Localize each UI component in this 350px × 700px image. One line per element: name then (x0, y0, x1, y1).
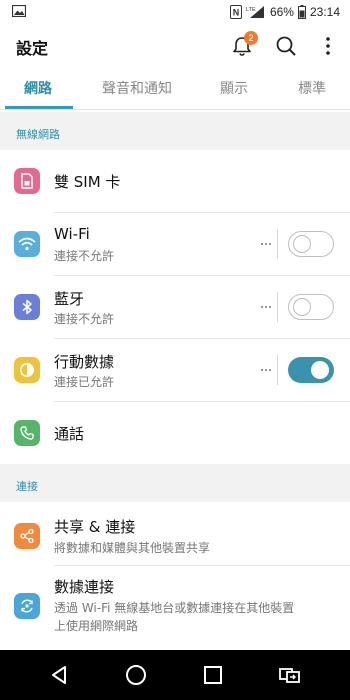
list-item-dual-sim[interactable]: 雙 SIM 卡 (0, 150, 350, 213)
section-title: 無線網路 (16, 128, 60, 141)
home-icon[interactable] (124, 663, 148, 687)
tethering-icon (14, 593, 40, 619)
vertical-separator (277, 355, 278, 385)
recents-icon[interactable] (201, 663, 225, 687)
dual-window-icon[interactable] (278, 663, 302, 687)
item-title: 數據連接 (54, 578, 115, 596)
list-item-bluetooth[interactable]: 藍牙 連接不允許 (0, 276, 350, 339)
app-bar: 設定 2 (0, 24, 350, 68)
clock-time: 23:14 (309, 5, 340, 19)
list-item-calls[interactable]: 通話 (0, 402, 350, 464)
section-header-wireless: 無線網路 (0, 112, 350, 150)
item-subtitle: 連接不允許 (54, 249, 115, 263)
svg-text:N: N (233, 8, 240, 18)
item-subtitle: 將數據和媒體與其他裝置共享 (54, 541, 211, 555)
nfc-icon: N (229, 5, 242, 19)
more-vert-icon (326, 37, 330, 55)
list-item-share-connect[interactable]: 共享 & 連接 將數據和媒體與其他裝置共享 (0, 502, 350, 566)
tab-network[interactable]: 網路 (24, 78, 52, 98)
gallery-notification-icon (12, 5, 26, 17)
item-subtitle-line2: 上使用網際網路 (54, 619, 139, 633)
mobile-data-icon (14, 357, 40, 383)
status-icons: N LTE 66% 23:14 (229, 3, 340, 21)
status-bar: N LTE 66% 23:14 (0, 0, 350, 24)
bluetooth-toggle[interactable] (288, 294, 334, 320)
notifications-button[interactable]: 2 (226, 30, 258, 62)
bluetooth-icon (14, 294, 40, 320)
battery-percent: 66% (269, 5, 294, 19)
toggle-knob (311, 361, 329, 379)
item-subtitle: 連接不允許 (54, 312, 115, 326)
search-button[interactable] (270, 30, 302, 62)
item-title: 藍牙 (54, 290, 85, 308)
mobile-data-toggle[interactable] (288, 357, 334, 383)
tab-sound-notification[interactable]: 聲音和通知 (102, 78, 172, 98)
list-item-wifi[interactable]: Wi-Fi 連接不允許 (0, 213, 350, 276)
list-item-tethering[interactable]: 數據連接 透過 Wi-Fi 無線基地台或數據連接在其他裝置 上使用網際網路 (0, 566, 350, 650)
item-title: 雙 SIM 卡 (54, 173, 121, 191)
share-icon (14, 523, 40, 549)
lte-signal-icon: LTE (246, 6, 264, 18)
vertical-separator (277, 229, 278, 259)
list-item-mobile-data[interactable]: 行動數據 連接已允許 (0, 339, 350, 402)
section-title: 連接 (16, 480, 38, 493)
overflow-menu-button[interactable] (312, 30, 344, 62)
more-horiz-icon[interactable] (258, 299, 274, 315)
search-icon (276, 36, 296, 56)
wifi-icon (14, 231, 40, 257)
tab-bar: 網路 聲音和通知 顯示 標準 (0, 70, 350, 110)
sim-card-icon (14, 168, 40, 194)
item-subtitle: 連接已允許 (54, 375, 115, 389)
item-subtitle: 透過 Wi-Fi 無線基地台或數據連接在其他裝置 (54, 601, 295, 615)
tab-general[interactable]: 標準 (298, 78, 326, 98)
vertical-separator (277, 292, 278, 322)
item-title: 通話 (54, 425, 85, 443)
notification-badge: 2 (244, 31, 258, 45)
more-horiz-icon[interactable] (258, 236, 274, 252)
back-icon[interactable] (48, 663, 72, 687)
item-title: Wi-Fi (54, 225, 90, 243)
tab-display[interactable]: 顯示 (220, 78, 248, 98)
svg-text:LTE: LTE (246, 7, 256, 13)
system-nav-bar (0, 650, 350, 700)
toggle-knob (293, 234, 311, 253)
wifi-toggle[interactable] (288, 231, 334, 257)
section-header-connection: 連接 (0, 464, 350, 502)
toggle-knob (293, 297, 311, 316)
phone-icon (14, 420, 40, 446)
item-title: 共享 & 連接 (54, 518, 136, 536)
item-title: 行動數據 (54, 353, 115, 371)
page-title: 設定 (16, 39, 49, 58)
battery-icon (297, 5, 306, 19)
more-horiz-icon[interactable] (258, 362, 274, 378)
active-tab-indicator (5, 106, 73, 109)
